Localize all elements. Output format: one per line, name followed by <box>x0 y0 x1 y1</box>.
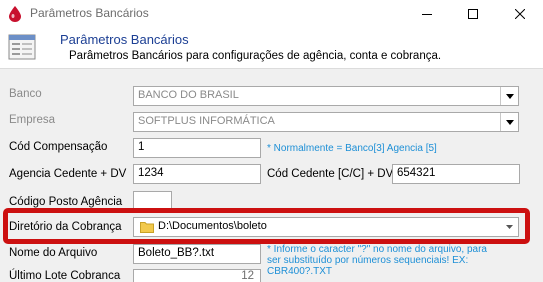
agencia-cedente-value: 1234 <box>138 167 164 179</box>
window-title: Parâmetros Bancários <box>30 6 149 20</box>
maximize-button[interactable] <box>450 0 496 27</box>
header-banner: Parâmetros Bancários Parâmetros Bancário… <box>0 27 543 68</box>
highlight-frame <box>3 208 530 244</box>
cod-compensacao-value: 1 <box>138 141 145 153</box>
minimize-button[interactable] <box>404 0 450 27</box>
banco-value: BANCO DO BRASIL <box>138 89 239 101</box>
empresa-dropdown-button[interactable] <box>500 113 518 131</box>
banner-title: Parâmetros Bancários <box>60 32 189 47</box>
cod-compensacao-input[interactable]: 1 <box>133 138 261 158</box>
banco-label: Banco <box>9 88 42 100</box>
cod-cedente-label: Cód Cedente [C/C] + DV <box>267 168 394 180</box>
cod-compensacao-label: Cód Compensação <box>9 141 108 153</box>
close-button[interactable] <box>497 0 543 27</box>
empresa-select[interactable]: SOFTPLUS INFORMÁTICA <box>133 112 519 132</box>
nome-arquivo-hint-line3: CBR400?.TXT <box>267 266 333 277</box>
ultimo-lote-value: 12 <box>241 270 254 282</box>
nome-arquivo-label: Nome do Arquivo <box>9 247 98 259</box>
banner-subtitle: Parâmetros Bancários para configurações … <box>69 50 442 62</box>
nome-arquivo-hint-line2: ser substituído por números sequenciais!… <box>267 255 469 266</box>
empresa-label: Empresa <box>9 114 56 126</box>
nome-arquivo-input[interactable]: Boleto_BB?.txt <box>133 244 261 264</box>
maximize-icon <box>468 8 478 19</box>
nome-arquivo-value: Boleto_BB?.txt <box>138 247 215 259</box>
nome-arquivo-hint-line1: * Informe o caracter "?" no nome do arqu… <box>267 244 487 255</box>
cod-cedente-value: 654321 <box>397 167 436 179</box>
empresa-value: SOFTPLUS INFORMÁTICA <box>138 115 275 127</box>
agencia-cedente-input[interactable]: 1234 <box>133 164 261 184</box>
ultimo-lote-input[interactable]: 12 <box>133 269 261 282</box>
agencia-cedente-label: Agencia Cedente + DV <box>9 168 127 180</box>
banco-dropdown-button[interactable] <box>500 87 518 105</box>
codigo-posto-label: Código Posto Agência <box>9 196 123 208</box>
app-icon <box>9 6 21 22</box>
banco-select[interactable]: BANCO DO BRASIL <box>133 86 519 106</box>
minimize-icon <box>422 13 432 15</box>
title-bar: Parâmetros Bancários <box>0 0 543 27</box>
cod-cedente-input[interactable]: 654321 <box>392 164 520 184</box>
chevron-down-icon <box>505 119 514 125</box>
nome-arquivo-hint: * Informe o caracter "?" no nome do arqu… <box>267 244 537 277</box>
form-document-icon <box>8 34 36 60</box>
chevron-down-icon <box>505 93 514 99</box>
ultimo-lote-label: Último Lote Cobranca <box>9 270 121 282</box>
close-icon <box>515 8 525 19</box>
cod-compensacao-hint: * Normalmente = Banco[3] Agencia [5] <box>267 143 437 154</box>
